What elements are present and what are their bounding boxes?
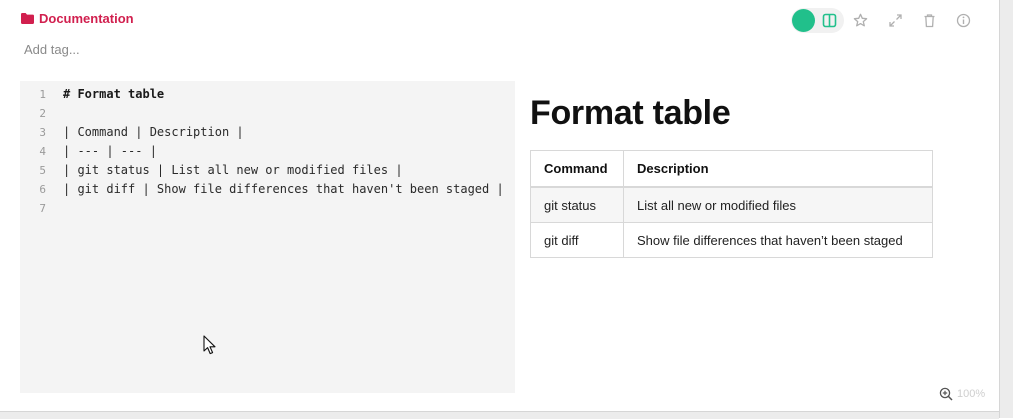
editor-line[interactable]: 3 | Command | Description | bbox=[20, 123, 515, 142]
line-number: 7 bbox=[39, 202, 46, 215]
preview-heading: Format table bbox=[530, 94, 731, 132]
editor-line[interactable]: 6 | git diff | Show file differences tha… bbox=[20, 180, 515, 199]
line-number: 4 bbox=[39, 145, 46, 158]
table-cell: git status bbox=[530, 186, 624, 223]
split-view-icon bbox=[822, 13, 837, 28]
table-row: git status List all new or modified file… bbox=[530, 186, 933, 223]
editor-line[interactable]: 7 bbox=[20, 199, 515, 218]
editor-line[interactable]: 2 bbox=[20, 104, 515, 123]
line-text: | Command | Description | bbox=[63, 125, 244, 139]
zoom-level: 100% bbox=[957, 388, 986, 400]
line-number: 2 bbox=[39, 107, 46, 120]
line-number: 6 bbox=[39, 183, 46, 196]
line-text: | git diff | Show file differences that … bbox=[63, 182, 504, 196]
line-number: 1 bbox=[39, 88, 46, 101]
preview-table: Command Description git status List all … bbox=[530, 150, 933, 258]
trash-icon[interactable] bbox=[922, 13, 937, 28]
line-text: # Format table bbox=[63, 87, 165, 101]
table-header-cell: Description bbox=[623, 150, 933, 188]
folder-breadcrumb[interactable]: Documentation bbox=[21, 11, 134, 26]
fullscreen-icon[interactable] bbox=[888, 13, 903, 28]
mouse-cursor bbox=[203, 335, 217, 355]
line-text: | git status | List all new or modified … bbox=[63, 163, 403, 177]
editor-line[interactable]: 4 | --- | --- | bbox=[20, 142, 515, 161]
status-dot bbox=[792, 9, 815, 32]
folder-label: Documentation bbox=[39, 11, 134, 26]
folder-icon bbox=[21, 13, 34, 24]
table-cell: List all new or modified files bbox=[623, 186, 933, 223]
star-icon[interactable] bbox=[853, 13, 868, 28]
table-cell: git diff bbox=[530, 222, 624, 258]
editor-line[interactable]: 5 | git status | List all new or modifie… bbox=[20, 161, 515, 180]
line-number: 3 bbox=[39, 126, 46, 139]
preview-toggle[interactable] bbox=[791, 8, 844, 33]
window-frame-right bbox=[999, 0, 1013, 418]
add-tag-input[interactable]: Add tag... bbox=[24, 42, 80, 57]
zoom-in-icon bbox=[939, 387, 953, 401]
table-header-cell: Command bbox=[530, 150, 624, 188]
line-text: | --- | --- | bbox=[63, 144, 157, 158]
table-row: git diff Show file differences that have… bbox=[530, 222, 933, 258]
line-number: 5 bbox=[39, 164, 46, 177]
markdown-editor[interactable]: 1 # Format table 2 3 | Command | Descrip… bbox=[20, 81, 515, 393]
info-icon[interactable] bbox=[956, 13, 971, 28]
zoom-control[interactable]: 100% bbox=[939, 387, 985, 401]
table-cell: Show file differences that haven’t been … bbox=[623, 222, 933, 258]
editor-line[interactable]: 1 # Format table bbox=[20, 85, 515, 104]
